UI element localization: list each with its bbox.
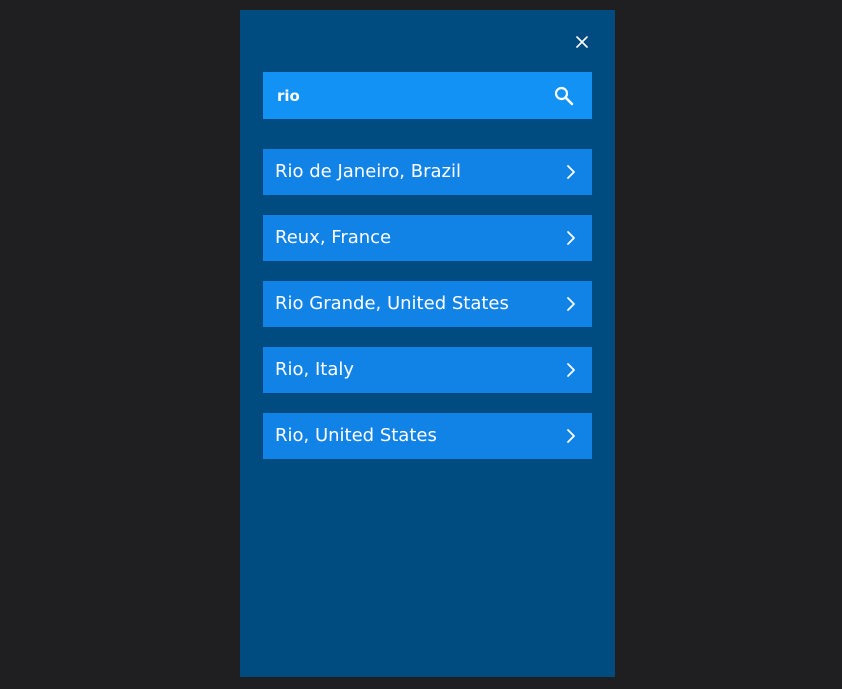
chevron-right-icon bbox=[567, 429, 575, 443]
result-label: Rio Grande, United States bbox=[275, 293, 509, 314]
result-label: Rio, United States bbox=[275, 425, 437, 446]
result-item-rio-italy[interactable]: Rio, Italy bbox=[263, 347, 592, 393]
search-icon[interactable] bbox=[554, 86, 574, 106]
chevron-right-icon bbox=[567, 363, 575, 377]
result-item-rio-united-states[interactable]: Rio, United States bbox=[263, 413, 592, 459]
results-list: Rio de Janeiro, Brazil Reux, France Rio … bbox=[263, 149, 592, 479]
chevron-right-icon bbox=[567, 297, 575, 311]
search-input[interactable] bbox=[263, 72, 543, 119]
result-item-rio-grande-united-states[interactable]: Rio Grande, United States bbox=[263, 281, 592, 327]
chevron-right-icon bbox=[567, 231, 575, 245]
result-label: Rio de Janeiro, Brazil bbox=[275, 161, 461, 182]
result-item-reux-france[interactable]: Reux, France bbox=[263, 215, 592, 261]
result-label: Rio, Italy bbox=[275, 359, 355, 380]
chevron-right-icon bbox=[567, 165, 575, 179]
result-label: Reux, France bbox=[275, 227, 392, 248]
close-button[interactable] bbox=[573, 33, 591, 51]
location-search-panel: Rio de Janeiro, Brazil Reux, France Rio … bbox=[240, 10, 615, 677]
search-box bbox=[263, 72, 592, 119]
result-item-rio-de-janeiro-brazil[interactable]: Rio de Janeiro, Brazil bbox=[263, 149, 592, 195]
close-icon bbox=[576, 36, 588, 48]
